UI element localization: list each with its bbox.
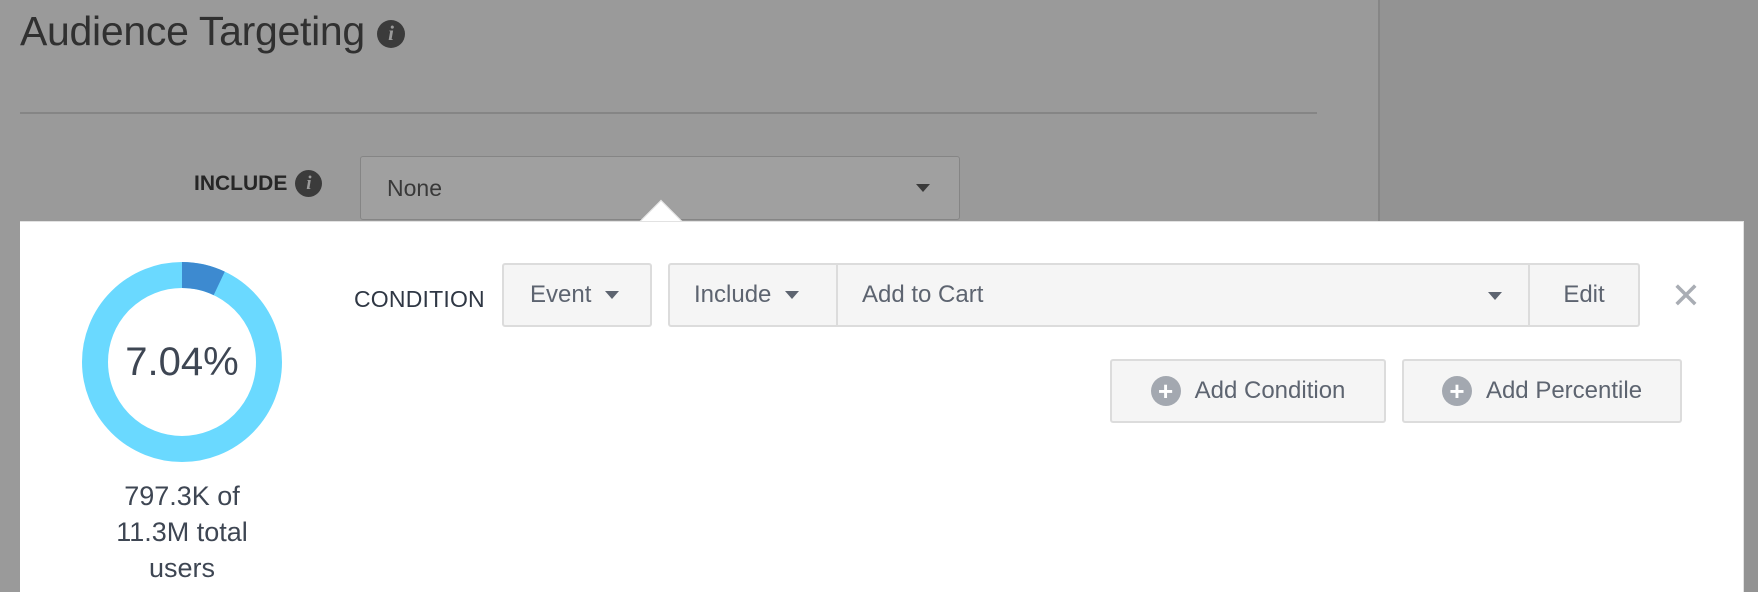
condition-panel: 7.04% 797.3K of 11.3M total users CONDIT…	[20, 221, 1744, 592]
add-condition-button[interactable]: + Add Condition	[1110, 359, 1386, 423]
event-select[interactable]: Add to Cart	[836, 263, 1528, 327]
chevron-down-icon	[916, 184, 930, 192]
close-icon[interactable]: ✕	[1656, 266, 1716, 326]
add-percentile-button[interactable]: + Add Percentile	[1402, 359, 1682, 423]
page-title: Audience Targeting i	[20, 8, 405, 55]
condition-type-label: Event	[530, 281, 592, 308]
info-icon[interactable]: i	[295, 170, 323, 197]
condition-label: CONDITION	[354, 286, 485, 312]
info-icon[interactable]: i	[376, 19, 405, 48]
chevron-down-icon	[785, 291, 800, 299]
reach-summary: 797.3K of 11.3M total users	[82, 478, 282, 586]
reach-percentage: 7.04%	[125, 339, 239, 384]
chevron-down-icon	[1488, 292, 1502, 300]
event-select-value: Add to Cart	[862, 281, 984, 308]
chevron-down-icon	[605, 291, 620, 299]
reach-total: 11.3M total	[116, 517, 248, 547]
page-title-text: Audience Targeting	[20, 8, 365, 54]
include-label-text: INCLUDE	[194, 171, 288, 195]
plus-circle-icon: +	[1441, 376, 1472, 406]
section-divider	[20, 112, 1317, 114]
include-select-value: None	[387, 174, 442, 201]
edit-button[interactable]: Edit	[1528, 263, 1640, 327]
add-percentile-label: Add Percentile	[1485, 377, 1643, 404]
condition-mode-dropdown[interactable]: Include	[668, 263, 838, 327]
reach-unit: users	[148, 553, 216, 583]
include-label: INCLUDE i	[194, 170, 323, 197]
plus-circle-icon: +	[1150, 376, 1181, 406]
condition-mode-label: Include	[694, 281, 772, 308]
add-condition-label: Add Condition	[1194, 377, 1346, 404]
condition-type-dropdown[interactable]: Event	[502, 263, 652, 327]
reach-count: 797.3K of	[124, 481, 240, 511]
